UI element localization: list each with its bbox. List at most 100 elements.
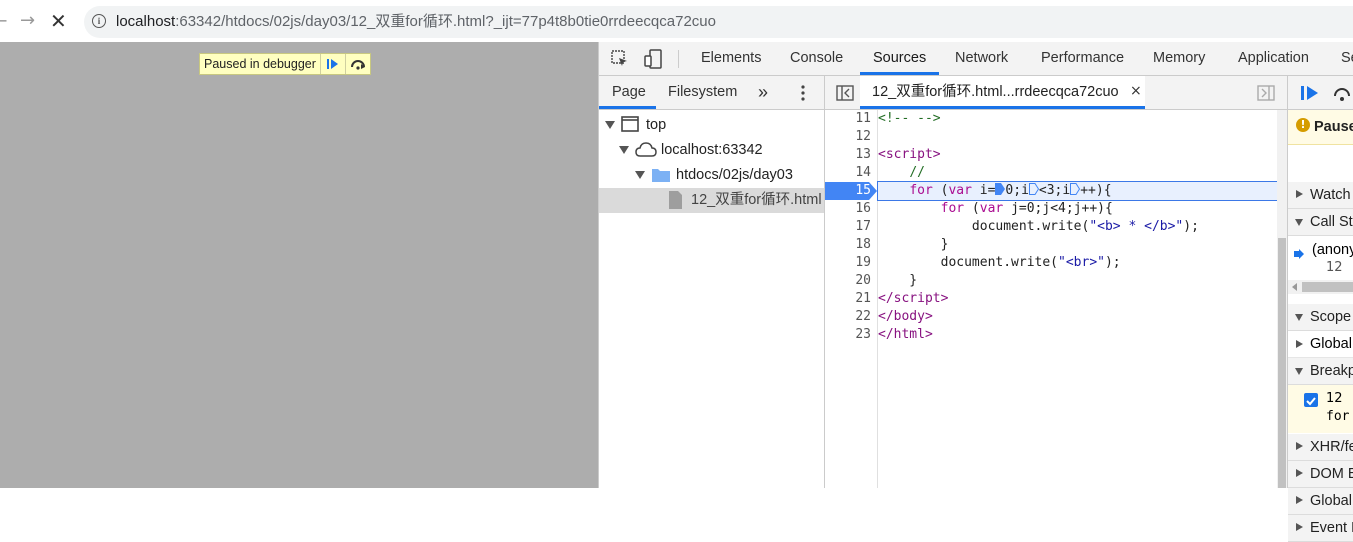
active-file-indicator <box>860 106 1145 109</box>
scrollbar-thumb[interactable] <box>1278 238 1286 488</box>
editor-scrollbar[interactable] <box>1277 110 1287 488</box>
expand-triangle-icon[interactable] <box>619 146 629 154</box>
debugger-toolbar <box>1288 76 1353 110</box>
section-xhr-breakpoints[interactable]: XHR/fetch Breakpoints <box>1288 434 1353 461</box>
scope-global[interactable]: Global <box>1288 331 1353 358</box>
scrollbar-thumb[interactable] <box>1302 282 1353 292</box>
expanded-triangle-icon <box>1295 314 1303 321</box>
tree-item-folder[interactable]: htdocs/02js/day03 <box>599 163 824 188</box>
scope-label: Global <box>1310 336 1352 352</box>
section-dom-breakpoints[interactable]: DOM Breakpoints <box>1288 461 1353 488</box>
code-area[interactable]: <!-- --> <script> // for (var i= 0;i <3;i +… <box>877 110 1288 488</box>
code-line: document.write("<br>"); <box>878 255 1121 270</box>
resume-icon[interactable] <box>1300 84 1320 102</box>
close-icon[interactable]: ✕ <box>50 10 70 32</box>
horizontal-scrollbar[interactable] <box>1288 280 1353 294</box>
section-label: XHR/fetch Breakpoints <box>1310 439 1353 455</box>
line-number[interactable]: 20 <box>831 272 871 290</box>
code-line: </html> <box>878 327 933 342</box>
callstack-frame[interactable]: (anonymous) 12 <box>1288 236 1353 278</box>
line-number[interactable]: 14 <box>831 164 871 182</box>
code-line-current: for (var i= 0;i <3;i ++){ <box>877 181 1288 201</box>
arrow-right-icon[interactable]: → <box>20 12 40 30</box>
sources-navigator: Page Filesystem » top localhost:63342 ht… <box>599 76 825 488</box>
section-label: Breakpoints <box>1310 363 1353 379</box>
line-number-current[interactable]: 15 <box>831 182 871 200</box>
line-number[interactable]: 13 <box>831 146 871 164</box>
section-breakpoints[interactable]: Breakpoints <box>1288 358 1353 385</box>
line-number[interactable]: 11 <box>831 110 871 128</box>
arrow-left-icon[interactable]: ← <box>0 12 8 30</box>
info-icon[interactable]: i <box>92 14 106 28</box>
tab-memory[interactable]: Memory <box>1153 42 1205 75</box>
devtools-tabbar: Elements Console Sources Network Perform… <box>599 42 1353 76</box>
paused-banner-label: Paused on breakpoint <box>1314 119 1353 135</box>
section-label: Event Listener Breakpoints <box>1310 520 1353 536</box>
expand-triangle-icon[interactable] <box>605 121 615 129</box>
tab-performance[interactable]: Performance <box>1041 42 1124 75</box>
tab-application[interactable]: Application <box>1238 42 1309 75</box>
breakpoint-item[interactable]: 12 for <box>1288 385 1353 433</box>
resume-icon[interactable] <box>319 54 345 74</box>
current-frame-arrow-icon <box>1294 244 1304 259</box>
step-over-icon[interactable] <box>1332 84 1352 102</box>
tab-filesystem[interactable]: Filesystem <box>668 76 737 109</box>
expand-triangle-icon[interactable] <box>635 171 645 179</box>
inline-breakpoint-icon[interactable] <box>1070 183 1081 195</box>
toolbar-divider <box>678 50 679 68</box>
line-number[interactable]: 23 <box>831 326 871 344</box>
section-global-listeners[interactable]: Global Listeners <box>1288 488 1353 515</box>
paused-label: Paused in debugger <box>204 57 316 71</box>
warning-icon: ! <box>1296 118 1310 132</box>
frame-icon <box>621 116 639 132</box>
section-label: Global Listeners <box>1310 493 1353 509</box>
inline-breakpoint-icon[interactable] <box>1028 183 1039 195</box>
section-watch[interactable]: Watch <box>1288 182 1353 209</box>
code-line: <script> <box>878 147 941 162</box>
tree-item-origin[interactable]: localhost:63342 <box>599 138 824 163</box>
collapsed-triangle-icon <box>1296 190 1303 198</box>
address-bar[interactable]: i localhost:63342/htdocs/02js/day03/12_双… <box>84 6 1353 38</box>
code-line: <!-- --> <box>878 111 941 126</box>
folder-icon <box>652 167 670 182</box>
collapsed-triangle-icon <box>1296 469 1303 477</box>
line-number[interactable]: 12 <box>831 128 871 146</box>
tab-network[interactable]: Network <box>955 42 1008 75</box>
tab-page[interactable]: Page <box>612 76 646 109</box>
tab-elements[interactable]: Elements <box>701 42 761 75</box>
tree-label: 12_双重for循环.html <box>691 192 822 208</box>
more-options-icon[interactable] <box>801 85 805 101</box>
close-tab-icon[interactable]: × <box>1130 84 1144 98</box>
tree-item-file[interactable]: 12_双重for循环.html <box>599 188 824 213</box>
tab-sources[interactable]: Sources <box>873 42 926 75</box>
url-text[interactable]: localhost:63342/htdocs/02js/day03/12_双重f… <box>116 6 716 38</box>
more-tabs-chevron-icon[interactable]: » <box>758 76 768 109</box>
checkbox[interactable] <box>1304 393 1318 407</box>
line-number[interactable]: 17 <box>831 218 871 236</box>
url-host: localhost <box>116 13 176 30</box>
section-callstack[interactable]: Call Stack <box>1288 209 1353 236</box>
tab-console[interactable]: Console <box>790 42 843 75</box>
file-icon <box>669 191 682 209</box>
tree-item-top[interactable]: top <box>599 113 824 138</box>
scroll-left-icon[interactable] <box>1292 283 1297 291</box>
tab-security[interactable]: Se <box>1341 42 1353 75</box>
section-scope[interactable]: Scope <box>1288 304 1353 331</box>
line-number-gutter[interactable]: 11 12 13 14 15 16 17 18 19 20 21 22 23 <box>825 110 878 488</box>
paused-overlay: Paused in debugger <box>199 53 371 75</box>
inspect-element-icon[interactable] <box>611 50 629 68</box>
device-toolbar-icon[interactable] <box>644 49 662 69</box>
toggle-debugger-icon[interactable] <box>1257 85 1275 101</box>
cloud-icon <box>635 142 657 158</box>
file-tab-label: 12_双重for循环.html...rrdeecqca72cuo <box>872 84 1119 100</box>
toggle-navigator-icon[interactable] <box>836 85 854 101</box>
step-over-icon[interactable] <box>344 54 370 74</box>
file-tab[interactable]: 12_双重for循环.html...rrdeecqca72cuo × <box>860 76 1145 109</box>
line-number[interactable]: 19 <box>831 254 871 272</box>
line-number[interactable]: 16 <box>831 200 871 218</box>
inline-breakpoint-icon[interactable] <box>995 183 1006 195</box>
section-event-listener-breakpoints[interactable]: Event Listener Breakpoints <box>1288 515 1353 542</box>
line-number[interactable]: 18 <box>831 236 871 254</box>
line-number[interactable]: 22 <box>831 308 871 326</box>
line-number[interactable]: 21 <box>831 290 871 308</box>
